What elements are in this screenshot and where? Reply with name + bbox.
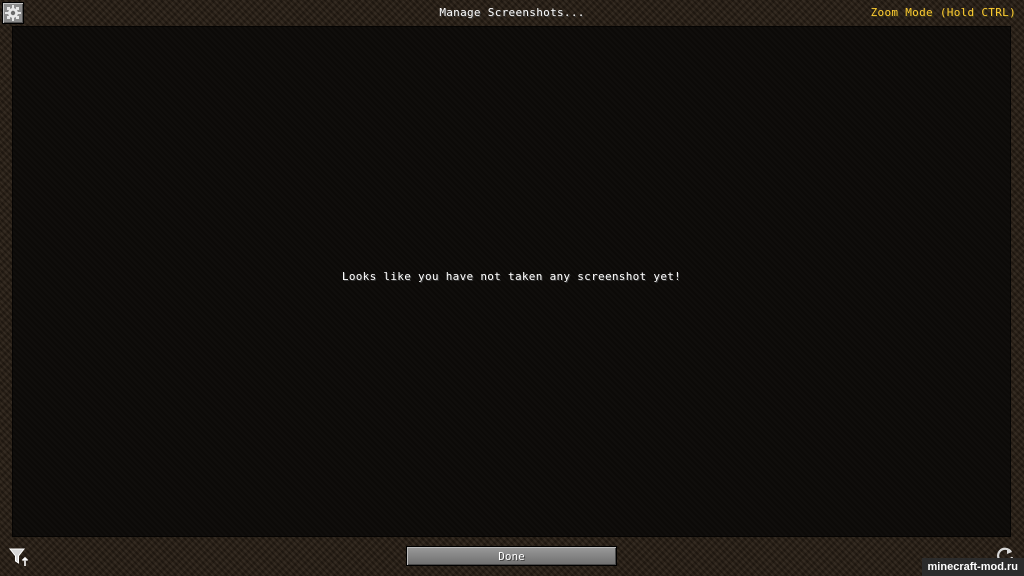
top-bar: Manage Screenshots... Zoom Mode (Hold CT…	[0, 0, 1024, 26]
site-watermark: minecraft-mod.ru	[921, 558, 1024, 576]
screenshot-list-panel[interactable]: Looks like you have not taken any screen…	[12, 26, 1011, 537]
zoom-mode-hint: Zoom Mode (Hold CTRL)	[870, 6, 1016, 19]
filter-sort-icon	[8, 548, 29, 566]
filter-sort-button[interactable]	[8, 546, 30, 568]
bottom-bar: Done	[0, 538, 1024, 576]
empty-state-message: Looks like you have not taken any screen…	[341, 270, 682, 283]
screenshot-manager-screen: Manage Screenshots... Zoom Mode (Hold CT…	[0, 0, 1024, 576]
done-button[interactable]: Done	[406, 546, 617, 566]
